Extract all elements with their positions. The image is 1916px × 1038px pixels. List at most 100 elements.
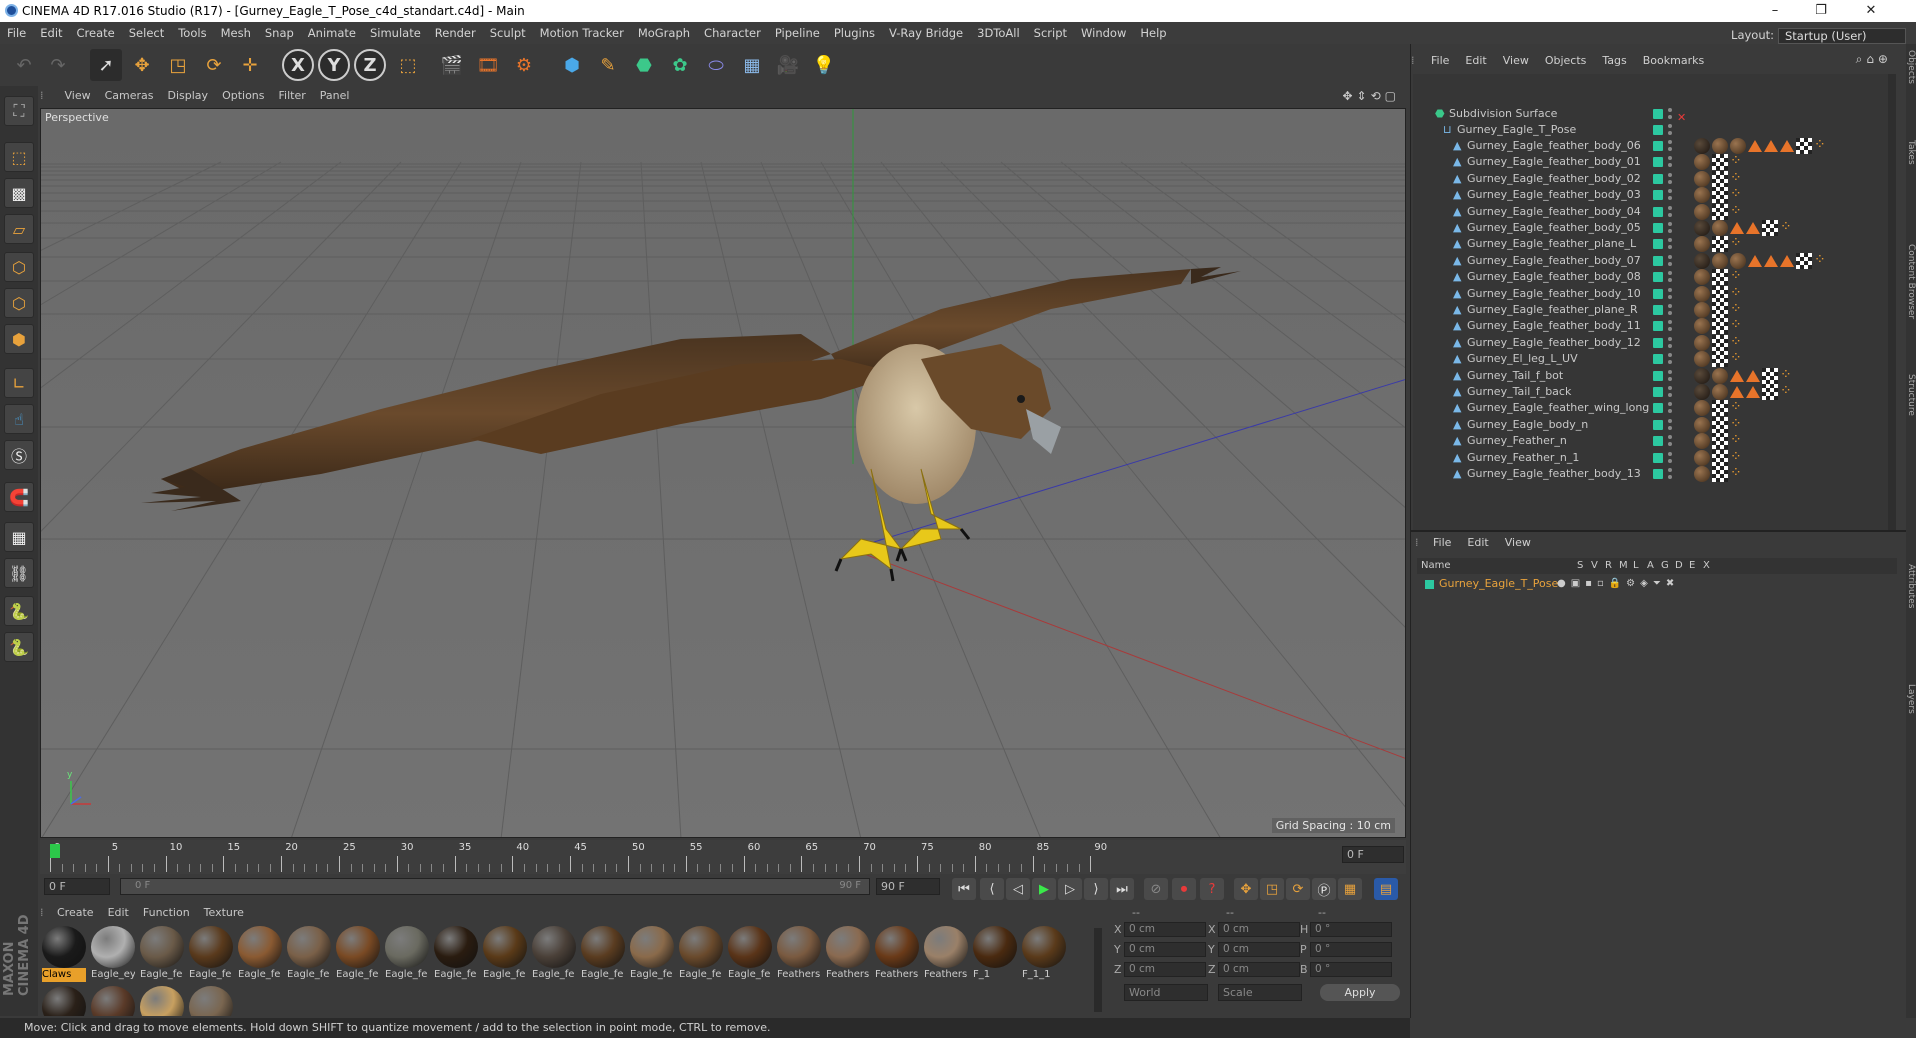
layer-column-e[interactable]: E (1689, 558, 1695, 574)
layer-column-x[interactable]: X (1703, 558, 1710, 574)
material-tag-icon[interactable] (1694, 466, 1710, 482)
texture-mode-icon[interactable]: ▩ (4, 178, 34, 208)
visibility-editor-dot[interactable] (1668, 369, 1672, 374)
visibility-render-dot[interactable] (1668, 409, 1672, 414)
layer-color-tag[interactable] (1653, 190, 1663, 201)
visibility-editor-dot[interactable] (1668, 189, 1672, 194)
visibility-editor-dot[interactable] (1668, 386, 1672, 390)
camera-icon[interactable]: 🎥 (772, 49, 804, 81)
menu-mograph[interactable]: MoGraph (631, 22, 697, 44)
material-swatch[interactable]: Eagle_ey (91, 926, 135, 984)
tweak-mode-icon[interactable]: ☝ (4, 404, 34, 434)
menu-motion-tracker[interactable]: Motion Tracker (533, 22, 631, 44)
visibility-render-dot[interactable] (1668, 261, 1672, 266)
visibility-render-dot[interactable] (1668, 442, 1672, 447)
layout-select[interactable]: Startup (User) (1778, 27, 1906, 44)
menu-v-ray-bridge[interactable]: V-Ray Bridge (882, 22, 970, 44)
phong-tag-icon[interactable] (1730, 386, 1744, 398)
material-swatch[interactable]: Eagle_fe (679, 926, 723, 984)
menu-simulate[interactable]: Simulate (363, 22, 428, 44)
visibility-render-dot[interactable] (1668, 163, 1672, 168)
layer-menu-view[interactable]: View (1497, 536, 1539, 549)
layer-color-tag[interactable] (1653, 370, 1663, 381)
render-settings-icon[interactable]: ⚙ (508, 49, 540, 81)
visibility-editor-dot[interactable] (1668, 287, 1672, 292)
visibility-render-dot[interactable] (1668, 278, 1672, 283)
layer-color-tag[interactable] (1653, 173, 1663, 184)
scale-mode-select[interactable]: Scale (1218, 984, 1302, 1001)
layer-color-tag[interactable] (1653, 337, 1663, 348)
visibility-editor-dot[interactable] (1668, 451, 1672, 456)
phong-tag-icon[interactable] (1730, 369, 1744, 382)
layer-color-swatch[interactable] (1425, 580, 1434, 589)
polygons-mode-icon[interactable]: ⬢ (4, 324, 34, 354)
material-swatch[interactable]: Eagle_fe (581, 926, 625, 984)
layer-color-tag[interactable] (1653, 157, 1663, 168)
move-tool-icon[interactable]: ✥ (126, 49, 158, 81)
rotate-tool-icon[interactable]: ⟳ (198, 49, 230, 81)
workplane-mode-icon[interactable]: ▱ (4, 214, 34, 244)
visibility-editor-dot[interactable] (1668, 271, 1672, 276)
menu-tools[interactable]: Tools (171, 22, 213, 44)
menu-snap[interactable]: Snap (258, 22, 301, 44)
material-swatch[interactable]: F_1 (973, 926, 1017, 984)
layer-color-tag[interactable] (1653, 109, 1663, 119)
autokey-icon[interactable]: ⏺ (1172, 878, 1196, 900)
key-rotation-icon[interactable]: ⟳ (1286, 878, 1310, 900)
layer-color-tag[interactable] (1653, 436, 1663, 447)
layer-color-tag[interactable] (1653, 223, 1663, 233)
deformer-icon[interactable]: ⬭ (700, 49, 732, 81)
pen-spline-icon[interactable]: ✎ (592, 49, 624, 81)
visibility-editor-dot[interactable] (1668, 304, 1672, 308)
visibility-render-dot[interactable] (1668, 376, 1672, 381)
material-menu-texture[interactable]: Texture (197, 904, 251, 922)
coord-value-field[interactable]: 0 cm (1218, 942, 1300, 957)
phong-tag-icon[interactable] (1780, 254, 1794, 267)
menu-animate[interactable]: Animate (301, 22, 363, 44)
visibility-render-dot[interactable] (1668, 212, 1672, 217)
material-menu-create[interactable]: Create (50, 904, 101, 922)
coord-value-field[interactable]: 0 cm (1124, 962, 1206, 977)
side-tab-objects[interactable]: Objects (1906, 50, 1916, 84)
layout-selector[interactable]: Layout: Startup (User) (1731, 24, 1906, 46)
layer-color-tag[interactable] (1653, 141, 1663, 151)
side-tab-content-browser[interactable]: Content Browser (1906, 244, 1916, 319)
subdivision-surface-icon[interactable]: ⬣ (628, 49, 660, 81)
menu-character[interactable]: Character (697, 22, 768, 44)
material-swatch[interactable]: Eagle_fe (189, 926, 233, 984)
material-swatch[interactable] (140, 986, 184, 1016)
visibility-render-dot[interactable] (1668, 196, 1672, 201)
next-frame-icon[interactable]: ▷ (1058, 878, 1082, 900)
current-frame-marker[interactable] (50, 844, 60, 858)
side-tab-takes[interactable]: Takes (1906, 140, 1916, 165)
minimize-button[interactable]: – (1752, 0, 1798, 22)
material-swatch[interactable] (189, 986, 233, 1016)
visibility-editor-dot[interactable] (1668, 336, 1672, 341)
material-swatch[interactable]: Eagle_fe (630, 926, 674, 984)
material-swatch[interactable]: Claws (42, 926, 86, 984)
object-menu-file[interactable]: File (1423, 52, 1457, 70)
make-editable-icon[interactable]: ⛶ (4, 96, 34, 126)
layer-column-a[interactable]: A (1647, 558, 1654, 574)
layer-color-tag[interactable] (1653, 354, 1663, 365)
undo-icon[interactable]: ↶ (8, 49, 40, 81)
play-icon[interactable]: ▶ (1032, 878, 1056, 900)
coord-value-field[interactable]: 0 ° (1310, 942, 1392, 957)
layer-color-tag[interactable] (1653, 403, 1663, 414)
side-tab-layers[interactable]: Layers (1906, 684, 1916, 714)
menu-pipeline[interactable]: Pipeline (768, 22, 827, 44)
object-menu-objects[interactable]: Objects (1537, 52, 1595, 70)
layer-color-tag[interactable] (1653, 239, 1663, 250)
go-to-start-icon[interactable]: ⏮ (952, 878, 976, 900)
transform-tool-icon[interactable]: ✛ (234, 49, 266, 81)
layer-color-tag[interactable] (1653, 272, 1663, 283)
cube-primitive-icon[interactable]: ⬢ (556, 49, 588, 81)
layer-column-d[interactable]: D (1675, 558, 1683, 574)
visibility-editor-dot[interactable] (1668, 353, 1672, 358)
visibility-render-dot[interactable] (1668, 245, 1672, 250)
menu-sculpt[interactable]: Sculpt (483, 22, 533, 44)
visibility-editor-dot[interactable] (1668, 205, 1672, 210)
record-keys-icon[interactable]: ⊘ (1144, 878, 1168, 900)
visibility-render-dot[interactable] (1668, 458, 1672, 463)
material-menu-function[interactable]: Function (136, 904, 197, 922)
